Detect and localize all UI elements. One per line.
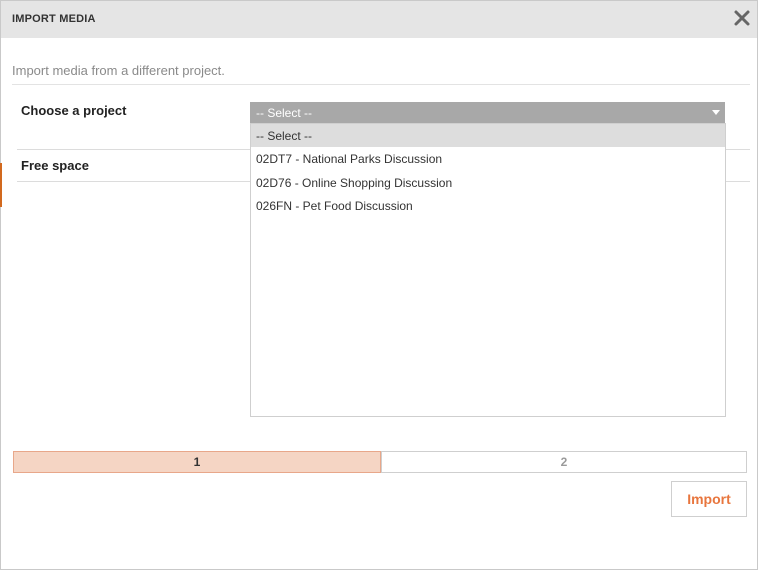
step-2: 2 (381, 451, 747, 473)
option-label: 02DT7 - National Parks Discussion (256, 152, 443, 166)
project-select[interactable]: -- Select -- (250, 102, 725, 123)
import-media-dialog: IMPORT MEDIA Import media from a differe… (0, 0, 758, 570)
project-option-02dt7[interactable]: 02DT7 - National Parks Discussion (251, 147, 725, 170)
option-label: 02D76 - Online Shopping Discussion (256, 176, 453, 190)
divider (12, 84, 750, 85)
option-label: 026FN - Pet Food Discussion (256, 199, 413, 213)
step-indicator: 1 2 (13, 451, 747, 473)
free-space-label: Free space (21, 158, 89, 173)
project-option-026fn[interactable]: 026FN - Pet Food Discussion (251, 194, 725, 217)
dialog-subtitle: Import media from a different project. (12, 63, 225, 78)
close-icon (734, 10, 750, 26)
project-option-02d76[interactable]: 02D76 - Online Shopping Discussion (251, 171, 725, 194)
step-1: 1 (13, 451, 381, 473)
project-dropdown-list: -- Select -- 02DT7 - National Parks Disc… (250, 123, 726, 417)
close-button[interactable] (732, 8, 752, 28)
import-button[interactable]: Import (671, 481, 747, 517)
choose-project-label: Choose a project (21, 103, 127, 118)
chevron-down-icon (712, 110, 720, 115)
background-edge (0, 163, 2, 207)
dialog-header: IMPORT MEDIA (1, 1, 757, 38)
option-label: -- Select -- (256, 129, 313, 143)
dialog-title: IMPORT MEDIA (12, 13, 96, 25)
project-select-value: -- Select -- (256, 106, 313, 120)
project-option-select[interactable]: -- Select -- (251, 124, 725, 147)
